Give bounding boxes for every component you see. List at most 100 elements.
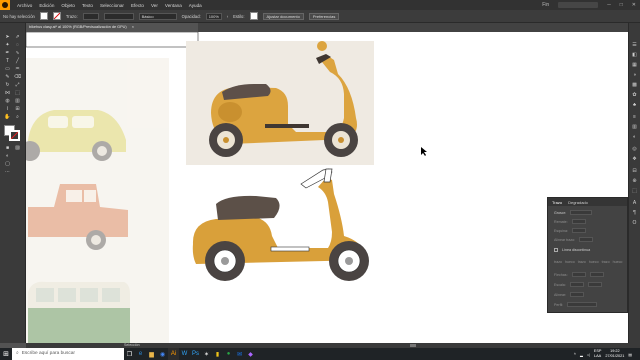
paragraph-panel-icon[interactable]: ¶ [631,211,638,216]
corner-buttons[interactable] [572,228,586,233]
network-icon[interactable]: ▂ [580,352,583,357]
canvas-area[interactable] [26,32,628,343]
illustrator-taskbar-icon[interactable]: Ai [168,348,179,360]
edge-icon[interactable]: e [135,348,146,360]
edit-toolbar-icon[interactable]: ⋯ [4,169,11,175]
align-stroke-buttons[interactable] [579,237,594,242]
maximize-icon[interactable]: □ [620,2,623,8]
align-panel-icon[interactable]: ⊟ [631,169,638,174]
document-tab[interactable]: bikehus clasy.ai* al 100% (RGB/Previsual… [26,23,198,32]
workspace-switcher[interactable]: Fin [542,2,549,8]
profile-select[interactable] [567,302,598,307]
fill-swatch[interactable] [39,12,48,20]
paintbrush-icon[interactable]: ♒ [14,66,21,72]
taskbar-search-input[interactable]: ⌕ Escribe aquí para buscar [12,348,124,360]
menu-texto[interactable]: Texto [82,3,93,8]
layers-panel-icon[interactable]: ◧ [631,53,638,58]
transform-panel-icon[interactable]: ⬚ [631,189,638,194]
menu-ver[interactable]: Ver [151,3,158,8]
magic-wand-icon[interactable]: ✦ [4,42,11,48]
free-transform-icon[interactable]: ⬚ [14,90,21,96]
appearance-panel-icon[interactable]: ◎ [631,147,638,152]
lasso-icon[interactable]: ◌ [14,42,21,48]
brushes-panel-icon[interactable]: ✿ [631,93,638,98]
cap-buttons[interactable] [571,219,586,224]
pathfinder-panel-icon[interactable]: ⊕ [631,179,638,184]
opacity-arrow-icon[interactable]: › [227,14,228,19]
pencil-icon[interactable]: ✎ [4,74,11,80]
stroke-panel-icon[interactable]: ≡ [631,115,638,120]
app-icon[interactable]: ✶ [201,348,212,360]
clock[interactable]: 19:22 27/01/2021 [605,349,624,358]
chrome-icon[interactable]: ◉ [157,348,168,360]
curvature-tool-icon[interactable]: ∿ [14,50,21,56]
menu-efecto[interactable]: Efecto [131,3,144,8]
graphic-style-swatch[interactable] [249,12,258,20]
document-setup-button[interactable]: Ajustar documento [262,12,304,20]
shape-builder-icon[interactable]: ◍ [4,98,11,104]
menu-objeto[interactable]: Objeto [61,3,75,8]
stroke-label[interactable]: Trazo: [66,14,78,19]
messenger-icon[interactable]: ✉ [234,348,245,360]
arrow-align-buttons[interactable] [570,292,585,297]
menu-edicion[interactable]: Edición [39,3,54,8]
hand-tool-icon[interactable]: ✋ [4,114,11,120]
gradient-mode-icon[interactable]: ▨ [14,145,21,151]
stroke-color-icon[interactable] [9,130,20,141]
end-scale-field[interactable] [587,282,602,287]
width-tool-icon[interactable]: ⋈ [4,90,11,96]
graphic-styles-panel-icon[interactable]: ❖ [631,157,638,162]
direct-selection-tool-icon[interactable]: ⇗ [14,34,21,40]
rectangle-tool-icon[interactable]: ▭ [4,66,11,72]
eyedropper-icon[interactable]: ⌇ [4,106,11,112]
color-panel-icon[interactable]: ◑ [631,73,638,78]
tab-trazo[interactable]: Trazo [552,200,562,205]
scale-tool-icon[interactable]: ⤢ [14,82,21,88]
horizontal-scrollbar[interactable] [410,344,416,347]
opentype-panel-icon[interactable]: O [631,221,638,226]
menu-seleccionar[interactable]: Seleccionar [100,3,124,8]
screen-mode-icon[interactable]: ▢ [4,161,11,167]
word-icon[interactable]: W [179,348,190,360]
draw-mode-icon[interactable]: ◐ [4,153,11,159]
task-view-icon[interactable]: ❐ [124,348,135,360]
minimize-icon[interactable]: ─ [607,2,611,8]
opacity-field[interactable]: 100% [205,12,222,20]
media-icon[interactable]: ◆ [245,348,256,360]
character-panel-icon[interactable]: A [631,201,638,206]
windows-start-icon[interactable]: ⊞ [0,348,12,360]
end-arrow-select[interactable] [589,272,604,277]
photoshop-icon[interactable]: Ps [190,348,201,360]
stroke-swatch[interactable] [52,12,61,20]
folder-icon[interactable]: ▮ [212,348,223,360]
menu-ventana[interactable]: Ventana [165,3,182,8]
tab-degradado[interactable]: Degradado [568,200,588,205]
swatches-panel-icon[interactable]: ▩ [631,83,638,88]
properties-panel-icon[interactable]: ☰ [631,43,638,48]
volume-icon[interactable]: ◁ [587,352,590,357]
opacity-label[interactable]: Opacidad: [182,14,201,19]
language-indicator[interactable]: ESP LAA [594,349,602,358]
selection-tool-icon[interactable]: ➤ [4,34,11,40]
brush-style-select[interactable]: Básico [138,12,177,20]
line-tool-icon[interactable]: ╱ [14,58,21,64]
gradient-panel-icon[interactable]: ▥ [631,125,638,130]
type-tool-icon[interactable]: T [4,58,11,64]
tray-chevron-icon[interactable]: ˄ [574,352,576,356]
eraser-icon[interactable]: ⌫ [14,74,21,80]
help-search-input[interactable] [558,2,599,8]
stroke-weight-field[interactable] [82,12,99,20]
spotify-icon[interactable]: ● [223,348,234,360]
pen-tool-icon[interactable]: ✒ [4,50,11,56]
transparency-panel-icon[interactable]: ◐ [631,135,638,140]
gradient-tool-icon[interactable]: ▥ [14,98,21,104]
color-mode-icon[interactable]: ■ [4,145,11,151]
document-tab-close[interactable]: × [132,25,134,29]
menu-archivo[interactable]: Archivo [17,3,32,8]
close-icon[interactable]: ✕ [632,2,636,8]
artboard-tool-icon[interactable]: ⊞ [14,106,21,112]
weight-field[interactable] [569,210,592,215]
rotate-tool-icon[interactable]: ↻ [4,82,11,88]
variable-width-select[interactable] [103,12,134,20]
zoom-tool-icon[interactable]: ⌕ [14,114,21,120]
